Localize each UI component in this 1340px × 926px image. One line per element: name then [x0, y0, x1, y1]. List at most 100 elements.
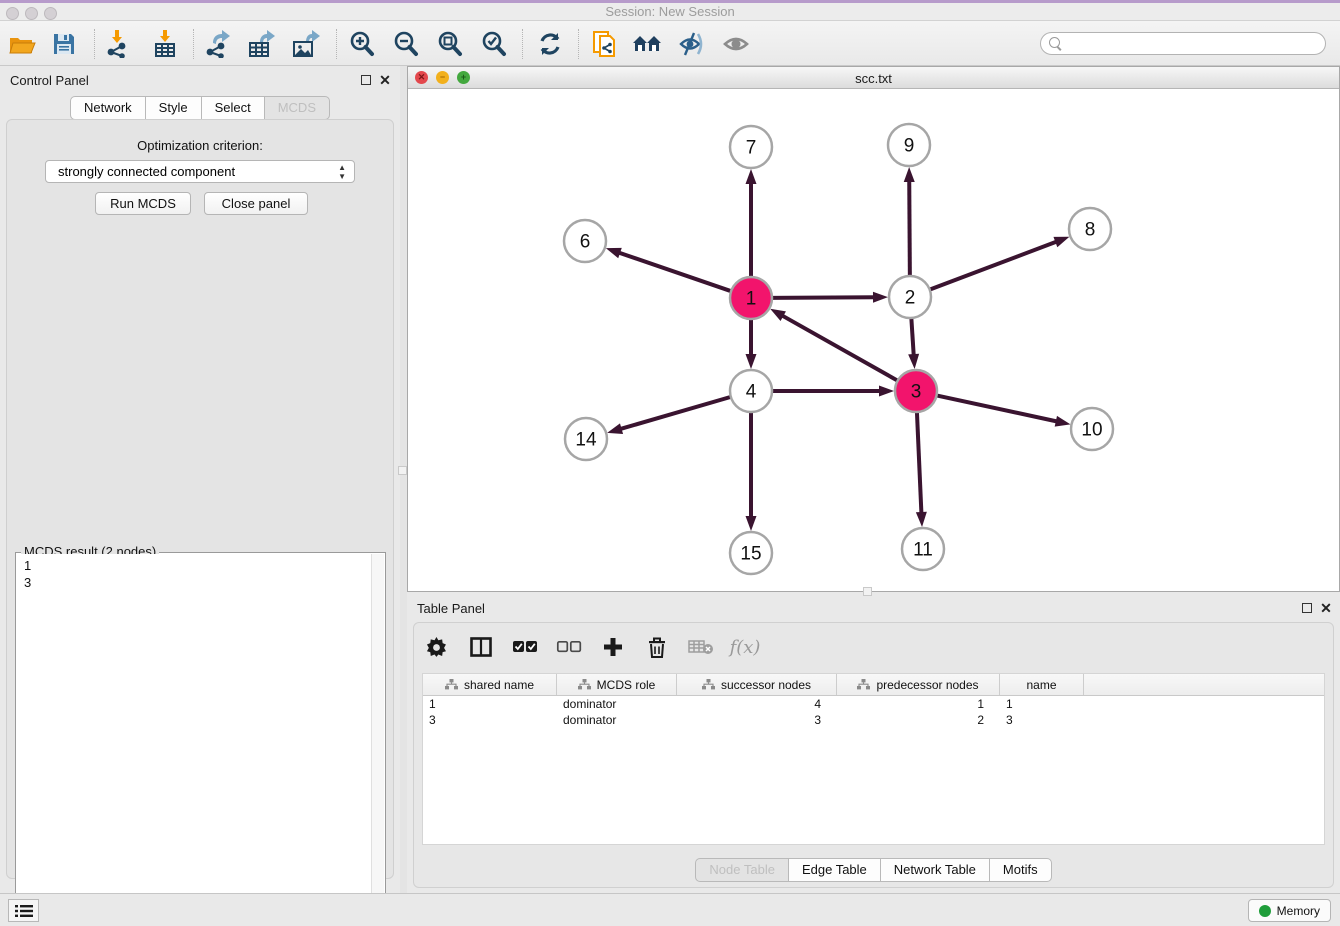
edge-4-14[interactable] — [620, 397, 731, 429]
edge-3-11[interactable] — [917, 412, 922, 514]
edge-2-9[interactable] — [909, 180, 910, 276]
table-row[interactable]: 3dominator323 — [423, 712, 1324, 728]
network-view-window: ✕ − + scc.txt 7968124314101511 — [407, 66, 1340, 592]
column-header-shared-name[interactable]: shared name — [423, 674, 557, 695]
close-panel-button[interactable]: Close panel — [204, 192, 308, 215]
svg-text:1: 1 — [746, 289, 757, 310]
column-label: name — [1026, 678, 1056, 692]
graph-node-2[interactable]: 2 — [889, 276, 931, 318]
column-header-name[interactable]: name — [1000, 674, 1084, 695]
table-panel: Table Panel ✕ — [407, 595, 1340, 890]
table-panel-float-icon[interactable] — [1302, 603, 1312, 613]
column-type-icon — [445, 679, 458, 690]
graph-node-14[interactable]: 14 — [565, 418, 607, 460]
graph-node-1[interactable]: 1 — [730, 277, 772, 319]
edge-3-1[interactable] — [781, 315, 897, 381]
edge-3-10[interactable] — [937, 395, 1058, 421]
tab-mcds[interactable]: MCDS — [264, 96, 330, 120]
zoom-selected-icon[interactable] — [477, 29, 511, 59]
node-table[interactable]: shared name MCDS role successor nodesprede… — [422, 673, 1325, 845]
edge-1-6[interactable] — [618, 252, 731, 291]
table-options-icon[interactable] — [422, 633, 452, 661]
cell-MCDS-role[interactable]: dominator — [557, 696, 677, 712]
main-toolbar — [0, 21, 1340, 66]
open-session-icon[interactable] — [5, 29, 39, 59]
memory-button[interactable]: Memory — [1248, 899, 1331, 922]
svg-text:3: 3 — [911, 382, 922, 403]
cell-shared-name[interactable]: 3 — [423, 712, 557, 728]
optimization-criterion-select[interactable]: strongly connected component ▲▼ — [45, 160, 355, 183]
edge-2-8[interactable] — [930, 241, 1058, 289]
tab-network-table[interactable]: Network Table — [880, 858, 990, 882]
column-label: MCDS role — [597, 678, 656, 692]
network-canvas[interactable]: 7 9 6 8 1 2 4 3 14 10 15 11 — [408, 89, 1339, 591]
tab-node-table[interactable]: Node Table — [695, 858, 789, 882]
edge-arrowhead — [1055, 416, 1071, 427]
cell-successor-nodes[interactable]: 4 — [677, 696, 837, 712]
save-session-icon[interactable] — [47, 29, 81, 59]
cell-predecessor-nodes[interactable]: 2 — [837, 712, 1000, 728]
cell-predecessor-nodes[interactable]: 1 — [837, 696, 1000, 712]
vertical-splitter[interactable] — [400, 66, 407, 893]
tab-motifs[interactable]: Motifs — [989, 858, 1052, 882]
graph-node-8[interactable]: 8 — [1069, 208, 1111, 250]
delete-table-icon[interactable] — [686, 633, 716, 661]
mcds-panel: Optimization criterion: strongly connect… — [6, 119, 394, 879]
table-panel-close-icon[interactable]: ✕ — [1319, 601, 1333, 615]
column-header-MCDS-role[interactable]: MCDS role — [557, 674, 677, 695]
graph-node-4[interactable]: 4 — [730, 370, 772, 412]
select-all-rows-icon[interactable] — [510, 633, 540, 661]
hide-selected-icon[interactable] — [675, 29, 709, 59]
import-network-icon[interactable] — [101, 29, 135, 59]
tab-style[interactable]: Style — [145, 96, 202, 120]
delete-column-icon[interactable] — [642, 633, 672, 661]
search-input[interactable] — [1062, 37, 1325, 51]
cell-shared-name[interactable]: 1 — [423, 696, 557, 712]
edge-2-3[interactable] — [911, 318, 913, 356]
cell-successor-nodes[interactable]: 3 — [677, 712, 837, 728]
status-bar: Memory — [0, 893, 1340, 926]
graph-node-11[interactable]: 11 — [902, 528, 944, 570]
table-row[interactable]: 1dominator411 — [423, 696, 1324, 712]
apply-layout-icon[interactable] — [533, 29, 567, 59]
first-neighbors-icon[interactable] — [631, 29, 665, 59]
zoom-out-icon[interactable] — [389, 29, 423, 59]
edge-1-2[interactable] — [772, 297, 875, 298]
zoom-fit-icon[interactable] — [433, 29, 467, 59]
show-all-icon[interactable] — [719, 29, 753, 59]
control-panel-title: Control Panel — [10, 73, 89, 88]
task-history-button[interactable] — [8, 899, 39, 922]
splitter-handle[interactable] — [398, 466, 407, 475]
control-panel-tabs: NetworkStyleSelectMCDS — [0, 96, 400, 120]
svg-text:7: 7 — [746, 138, 757, 159]
column-header-predecessor-nodes[interactable]: predecessor nodes — [837, 674, 1000, 695]
graph-node-9[interactable]: 9 — [888, 124, 930, 166]
export-image-icon[interactable] — [289, 29, 323, 59]
control-panel-float-icon[interactable] — [361, 75, 371, 85]
cell-name[interactable]: 1 — [1000, 696, 1084, 712]
mcds-result-list[interactable]: 13 — [17, 554, 371, 926]
cell-MCDS-role[interactable]: dominator — [557, 712, 677, 728]
graph-node-7[interactable]: 7 — [730, 126, 772, 168]
tab-edge-table[interactable]: Edge Table — [788, 858, 881, 882]
new-network-from-selection-icon[interactable] — [588, 29, 622, 59]
cell-name[interactable]: 3 — [1000, 712, 1084, 728]
result-scrollbar[interactable] — [371, 554, 384, 926]
control-panel-close-icon[interactable]: ✕ — [378, 73, 392, 87]
add-column-icon[interactable] — [598, 633, 628, 661]
deselect-all-rows-icon[interactable] — [554, 633, 584, 661]
graph-node-6[interactable]: 6 — [564, 220, 606, 262]
run-mcds-button[interactable]: Run MCDS — [95, 192, 191, 215]
tab-select[interactable]: Select — [201, 96, 265, 120]
graph-node-10[interactable]: 10 — [1071, 408, 1113, 450]
graph-node-3[interactable]: 3 — [895, 370, 937, 412]
toggle-column-panel-icon[interactable] — [466, 633, 496, 661]
export-network-icon[interactable] — [201, 29, 235, 59]
zoom-in-icon[interactable] — [345, 29, 379, 59]
import-table-icon[interactable] — [149, 29, 183, 59]
graph-node-15[interactable]: 15 — [730, 532, 772, 574]
export-table-icon[interactable] — [245, 29, 279, 59]
column-header-successor-nodes[interactable]: successor nodes — [677, 674, 837, 695]
tab-network[interactable]: Network — [70, 96, 146, 120]
function-builder-icon[interactable]: f(x) — [730, 633, 760, 661]
